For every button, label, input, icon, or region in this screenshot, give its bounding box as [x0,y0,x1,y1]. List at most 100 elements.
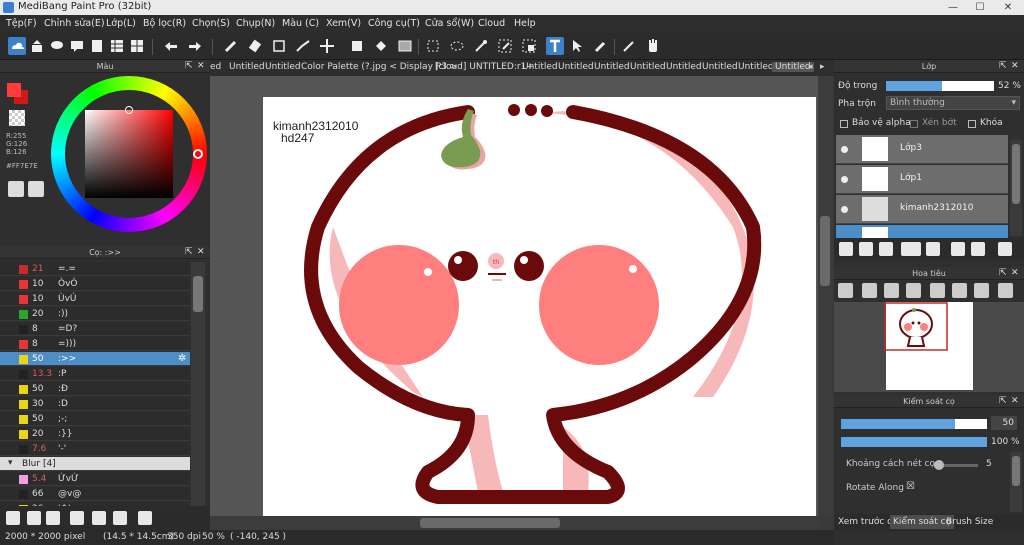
folder-icon[interactable] [92,511,106,525]
menu-window[interactable]: Cửa sổ(W) [425,18,474,29]
eye-icon[interactable] [841,206,848,213]
duplicate-layer-icon[interactable] [951,242,965,256]
popout-icon[interactable]: ⇱ [185,60,193,73]
popout-icon[interactable]: ⇱ [999,267,1007,280]
layer-row[interactable]: kimanh2312010 [836,195,1008,224]
brush-row[interactable]: 13.3:P [0,367,190,381]
merge-layer-icon[interactable] [971,242,985,256]
saturation-value-square[interactable] [85,110,173,198]
zoom-in-icon[interactable] [838,283,853,298]
trash-icon[interactable] [138,511,152,525]
menu-tools[interactable]: Công cụ(T) [368,18,420,29]
navigator-preview[interactable] [834,302,1024,392]
speech-icon[interactable] [68,37,86,55]
tab-doc[interactable]: Untitled [702,62,738,72]
brush-row[interactable]: 5.4 ỨvỨ [0,472,190,486]
pen-tool-icon[interactable] [620,37,638,55]
brush-row[interactable]: 8 =D? [0,322,190,336]
menu-layer[interactable]: Lớp(L) [106,18,136,29]
operation-tool-icon[interactable] [568,37,586,55]
undo-icon[interactable] [162,37,180,55]
dropper-tool-icon[interactable] [592,37,610,55]
brush-size-slider[interactable] [841,419,987,429]
tab-brush-preview[interactable]: Xem trước cọ [838,517,898,527]
eraser-tool-icon[interactable] [246,37,264,55]
select-pen-icon[interactable] [496,37,514,55]
grid-page-icon[interactable] [108,37,126,55]
brush-list-scrollbar[interactable] [191,262,205,506]
tab-doc[interactable]: Untitled [522,62,558,72]
menu-select[interactable]: Chọn(S) [192,18,230,29]
tab-doc[interactable]: Untitled [630,62,666,72]
brush-row[interactable]: 66 @v@ [0,487,190,501]
tab-doc[interactable]: Untitled [558,62,594,72]
tab-doc[interactable]: Untitled [265,62,301,72]
trash-icon[interactable] [998,242,1012,256]
move-tool-icon[interactable] [318,37,336,55]
popout-icon[interactable]: ⇱ [999,395,1007,408]
close-panel-icon[interactable]: ✕ [197,246,205,259]
eye-icon[interactable] [841,146,848,153]
copy-brush-icon[interactable] [70,511,84,525]
tab-scroll-right-icon[interactable]: ▸ [820,62,825,72]
new-layer-8bit-icon[interactable] [859,242,873,256]
brush-row[interactable]: 50:Đ [0,382,190,396]
new-layer-1bit-icon[interactable] [879,242,893,256]
tab-brush-size[interactable]: Brush Size [946,517,993,527]
rotate-along-checkbox[interactable]: ☒ [906,481,915,492]
tab-scroll-left-icon[interactable]: ◂ [808,62,813,72]
tab-doc[interactable]: Untitled [666,62,702,72]
gear-icon[interactable]: ✲ [178,353,186,364]
layer-row[interactable]: Lớp3 [836,135,1008,164]
palette-icon[interactable] [8,181,24,197]
brush-row[interactable]: 50 ;-; [0,412,190,426]
lasso-tool-icon[interactable] [448,37,466,55]
add-layer-dropdown-icon[interactable] [901,242,921,256]
zoom-in-alt-icon[interactable] [862,283,877,298]
tab-doc[interactable]: Untitled [594,62,630,72]
blend-mode-select[interactable]: Bình thường ▾ [886,96,1020,110]
select-tool-icon[interactable] [424,37,442,55]
brush-tool-icon[interactable] [222,37,240,55]
layer-row[interactable]: Lớp1 [836,165,1008,194]
reset-view-icon[interactable] [998,283,1013,298]
magic-wand-icon[interactable] [472,37,490,55]
cloud-brush-icon[interactable] [6,511,20,525]
layer-row-selected[interactable] [836,225,1008,238]
document-canvas[interactable]: th kimanh2312010 hd247 [263,97,816,516]
close-panel-icon[interactable]: ✕ [1011,395,1019,408]
duplicate-icon[interactable] [113,511,127,525]
foreground-color-swatch[interactable] [7,83,21,97]
palette-settings-icon[interactable] [28,181,44,197]
close-panel-icon[interactable]: ✕ [1011,60,1019,73]
eye-icon[interactable] [841,176,848,183]
rotate-right-icon[interactable] [974,283,989,298]
menu-view[interactable]: Xem(V) [326,18,361,29]
lock-checkbox[interactable] [968,120,976,128]
menu-file[interactable]: Tệp(F) [6,18,37,29]
brush-row[interactable]: 10 ÙvÚ [0,292,190,306]
fit-screen-icon[interactable] [884,283,899,298]
grid-icon[interactable] [128,37,146,55]
brush-control-scrollbar[interactable] [1010,452,1022,512]
hue-cursor[interactable] [193,149,203,159]
new-brush-icon[interactable] [27,511,41,525]
transparent-color-swatch[interactable] [9,110,25,126]
tab-doc[interactable]: [cloud] UNTITLED:r1+ [435,62,534,72]
brush-row[interactable]: 7.6 '-' [0,442,190,456]
new-layer-icon[interactable] [839,242,853,256]
hand-tool-icon[interactable] [644,37,662,55]
menu-color[interactable]: Màu (C) [282,18,319,29]
chevron-down-icon[interactable]: ▾ [8,458,13,468]
canvas-vertical-scrollbar[interactable] [818,76,832,516]
brush-row[interactable]: 8 =))) [0,337,190,351]
popout-icon[interactable]: ⇱ [185,246,193,259]
redo-icon[interactable] [186,37,204,55]
tab-brush-control[interactable]: Kiểm soát cọ [890,515,955,529]
brush-size-value[interactable]: 50 [991,416,1017,430]
gradient-tool-icon[interactable] [396,37,414,55]
line-tool-icon[interactable] [294,37,312,55]
tab-doc[interactable]: Untitled [229,62,265,72]
brush-opacity-slider[interactable] [841,437,987,447]
brush-row[interactable]: 50:>> ✲ [0,352,190,366]
